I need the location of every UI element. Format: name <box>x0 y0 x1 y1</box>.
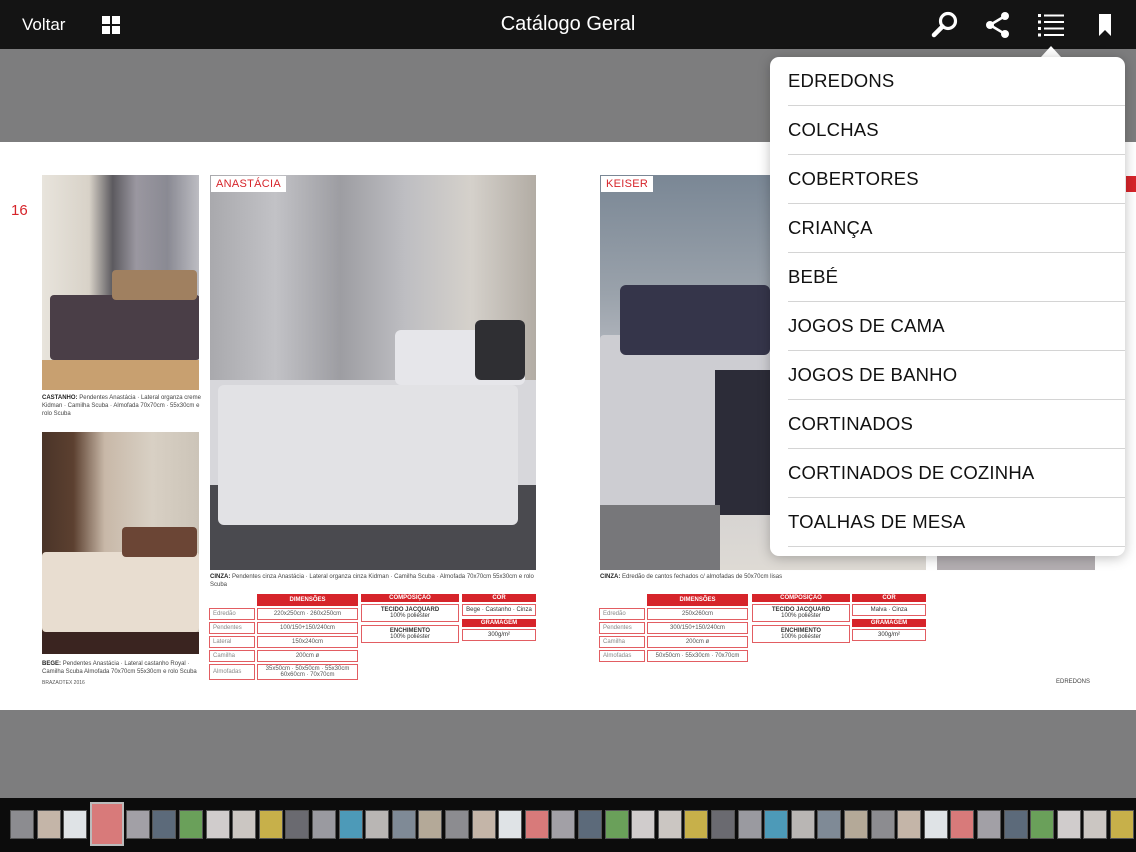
page-thumbnail[interactable] <box>285 810 310 839</box>
table-row: Pendentes 100/150+150/240cm <box>209 622 358 634</box>
page-thumbnail[interactable] <box>764 810 789 839</box>
table-row: Camilha 200cm ø <box>599 636 748 648</box>
composition-anastacia: COMPOSIÇÃO TECIDO JACQUARD 100% poliéster… <box>361 594 459 646</box>
menu-item-colchas[interactable]: COLCHAS <box>788 106 1125 155</box>
footer-section: EDREDONS <box>1056 679 1091 685</box>
page-thumbnail[interactable] <box>977 810 1001 839</box>
page-thumbnail[interactable] <box>391 810 416 839</box>
page-thumbnail-strip[interactable] <box>0 798 1136 852</box>
page-thumbnail[interactable] <box>524 810 549 839</box>
back-button[interactable]: Voltar <box>22 15 65 35</box>
page-thumbnail[interactable] <box>817 810 842 839</box>
page-thumbnail[interactable] <box>1030 810 1055 839</box>
page-thumbnail[interactable] <box>36 810 61 839</box>
page-thumbnail[interactable] <box>923 810 948 839</box>
page-thumbnail[interactable] <box>312 810 336 839</box>
product-name-keiser: KEISER <box>601 176 654 192</box>
list-icon[interactable] <box>1037 11 1065 39</box>
menu-item-crianca[interactable]: CRIANÇA <box>788 204 1125 253</box>
color-weight-keiser: COR Malva · Cinza GRAMAGEM 300g/m² <box>852 594 926 644</box>
product-name-anastacia: ANASTÁCIA <box>211 176 287 192</box>
dimensions-table-anastacia: DIMENSÕES Edredão 220x250cm · 260x250cm P… <box>207 592 360 682</box>
table-row: Edredão 220x250cm · 260x250cm <box>209 608 358 620</box>
page-thumbnail[interactable] <box>471 810 496 839</box>
page-thumbnail[interactable] <box>684 810 709 839</box>
page-thumbnail[interactable] <box>711 810 735 839</box>
page-thumbnail[interactable] <box>1056 810 1081 839</box>
menu-item-cortinados-de-cozinha[interactable]: CORTINADOS DE COZINHA <box>788 449 1125 498</box>
page-thumbnail[interactable] <box>790 810 815 839</box>
page-thumbnail[interactable] <box>125 810 150 839</box>
caption-cinza-anastacia: CINZA: Pendentes cinza Anastácia · Later… <box>210 574 534 588</box>
page-number: 16 <box>11 202 28 219</box>
page-thumbnail[interactable] <box>551 810 576 839</box>
page-thumbnail[interactable] <box>258 810 283 839</box>
bookmark-icon[interactable] <box>1091 11 1119 39</box>
page-thumbnail[interactable] <box>63 810 88 839</box>
top-bar: Voltar Catálogo Geral <box>0 0 1136 49</box>
composition-keiser: COMPOSIÇÃO TECIDO JACQUARD 100% poliéster… <box>752 594 850 646</box>
dimensions-table-keiser: DIMENSÕES Edredão 250x260cm Pendentes 300/… <box>597 592 750 664</box>
page-thumbnail[interactable] <box>232 810 257 839</box>
table-row: Edredão 250x260cm <box>599 608 748 620</box>
page-thumbnail[interactable] <box>89 802 124 846</box>
caption-cinza-keiser: CINZA: Edredão de cantos fechados c/ alm… <box>600 574 783 580</box>
page-thumbnail[interactable] <box>205 810 230 839</box>
page-thumbnail[interactable] <box>631 810 656 839</box>
page-thumbnail[interactable] <box>950 810 975 839</box>
page-thumbnail[interactable] <box>844 810 868 839</box>
menu-item-bebe[interactable]: BEBÉ <box>788 253 1125 302</box>
page-thumbnail[interactable] <box>152 810 177 839</box>
page-thumbnail[interactable] <box>338 810 363 839</box>
caption-bege: BEGE: Pendentes Anastácia · Lateral cast… <box>42 661 197 675</box>
color-weight-anastacia: COR Bege · Castanho · Cinza GRAMAGEM 300… <box>462 594 536 644</box>
grid-icon[interactable] <box>102 16 120 34</box>
page-thumbnail[interactable] <box>1083 810 1108 839</box>
page-thumbnail[interactable] <box>604 810 629 839</box>
page-thumbnail[interactable] <box>737 810 762 839</box>
page-thumbnail[interactable] <box>578 810 602 839</box>
menu-item-jogos-de-banho[interactable]: JOGOS DE BANHO <box>788 351 1125 400</box>
page-thumbnail[interactable] <box>365 810 390 839</box>
menu-item-edredons[interactable]: EDREDONS <box>788 57 1125 106</box>
menu-item-cobertores[interactable]: COBERTORES <box>788 155 1125 204</box>
section-marker <box>1126 176 1136 192</box>
product-photo-anastacia <box>210 175 536 570</box>
page-thumbnail[interactable] <box>870 810 895 839</box>
caption-castanho: CASTANHO: Pendentes Anastácia · Lateral … <box>42 395 201 417</box>
menu-caret <box>1041 46 1061 57</box>
page-thumbnail[interactable] <box>1110 810 1134 839</box>
search-icon[interactable] <box>931 11 959 39</box>
page-thumbnail[interactable] <box>897 810 922 839</box>
page-thumbnail[interactable] <box>445 810 469 839</box>
table-of-contents-menu: EDREDONS COLCHAS COBERTORES CRIANÇA BEBÉ… <box>770 57 1125 556</box>
table-row: Camilha 200cm ø <box>209 650 358 662</box>
table-row: Almofadas 35x50cm · 50x50cm · 55x30cm 60x… <box>209 664 358 680</box>
table-row: Lateral 150x240cm <box>209 636 358 648</box>
product-photo-castanho <box>42 175 199 390</box>
page-thumbnail[interactable] <box>10 810 34 839</box>
table-row: Almofadas 50x50cm · 55x30cm · 70x70cm <box>599 650 748 662</box>
page-thumbnail[interactable] <box>498 810 523 839</box>
page-title: Catálogo Geral <box>500 13 636 35</box>
menu-item-cortinados[interactable]: CORTINADOS <box>788 400 1125 449</box>
table-row: Pendentes 300/150+150/240cm <box>599 622 748 634</box>
share-icon[interactable] <box>984 11 1012 39</box>
page-thumbnail[interactable] <box>1003 810 1028 839</box>
menu-item-jogos-de-cama[interactable]: JOGOS DE CAMA <box>788 302 1125 351</box>
product-photo-bege <box>42 432 199 654</box>
footer-brand: BRAZAOTEX 2016 <box>42 680 85 686</box>
page-thumbnail[interactable] <box>179 810 203 839</box>
page-thumbnail[interactable] <box>418 810 443 839</box>
menu-item-toalhas-de-mesa[interactable]: TOALHAS DE MESA <box>788 498 1125 547</box>
page-thumbnail[interactable] <box>657 810 682 839</box>
